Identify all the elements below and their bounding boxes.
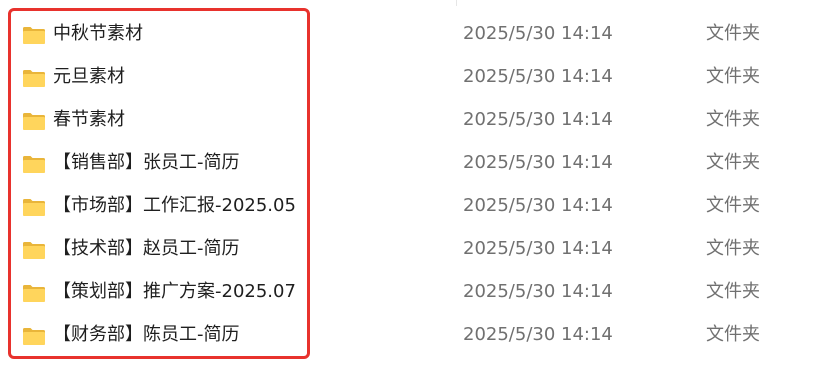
file-type: 文件夹 — [706, 66, 760, 87]
file-name[interactable]: 春节素材 — [53, 108, 125, 132]
file-name[interactable]: 【策划部】推广方案-2025.07 — [53, 280, 296, 304]
folder-icon — [23, 328, 45, 345]
file-modified-date: 2025/5/30 14:14 — [463, 195, 613, 216]
file-row[interactable]: 中秋节素材 2025/5/30 14:14 文件夹 — [0, 15, 831, 49]
file-modified-date: 2025/5/30 14:14 — [463, 238, 613, 259]
column-divider[interactable] — [456, 0, 457, 6]
file-name[interactable]: 【技术部】赵员工-简历 — [53, 237, 240, 261]
file-row[interactable]: 【销售部】张员工-简历 2025/5/30 14:14 文件夹 — [0, 144, 831, 178]
folder-icon — [23, 113, 45, 130]
file-name[interactable]: 元旦素材 — [53, 65, 125, 89]
file-row[interactable]: 【财务部】陈员工-简历 2025/5/30 14:14 文件夹 — [0, 316, 831, 350]
file-row[interactable]: 春节素材 2025/5/30 14:14 文件夹 — [0, 101, 831, 135]
file-modified-date: 2025/5/30 14:14 — [463, 23, 613, 44]
file-name[interactable]: 中秋节素材 — [53, 22, 143, 46]
file-name[interactable]: 【市场部】工作汇报-2025.05 — [53, 194, 296, 218]
file-modified-date: 2025/5/30 14:14 — [463, 66, 613, 87]
file-row[interactable]: 【技术部】赵员工-简历 2025/5/30 14:14 文件夹 — [0, 230, 831, 264]
file-type: 文件夹 — [706, 152, 760, 173]
file-modified-date: 2025/5/30 14:14 — [463, 152, 613, 173]
folder-icon — [23, 285, 45, 302]
file-name[interactable]: 【财务部】陈员工-简历 — [53, 323, 240, 347]
file-row[interactable]: 元旦素材 2025/5/30 14:14 文件夹 — [0, 58, 831, 92]
file-modified-date: 2025/5/30 14:14 — [463, 281, 613, 302]
file-type: 文件夹 — [706, 324, 760, 345]
file-row[interactable]: 【市场部】工作汇报-2025.05 2025/5/30 14:14 文件夹 — [0, 187, 831, 221]
file-type: 文件夹 — [706, 23, 760, 44]
file-name[interactable]: 【销售部】张员工-简历 — [53, 151, 240, 175]
folder-icon — [23, 156, 45, 173]
folder-icon — [23, 27, 45, 44]
file-type: 文件夹 — [706, 238, 760, 259]
file-modified-date: 2025/5/30 14:14 — [463, 324, 613, 345]
file-type: 文件夹 — [706, 281, 760, 302]
folder-icon — [23, 242, 45, 259]
file-type: 文件夹 — [706, 195, 760, 216]
file-modified-date: 2025/5/30 14:14 — [463, 109, 613, 130]
folder-icon — [23, 199, 45, 216]
folder-icon — [23, 70, 45, 87]
file-type: 文件夹 — [706, 109, 760, 130]
file-row[interactable]: 【策划部】推广方案-2025.07 2025/5/30 14:14 文件夹 — [0, 273, 831, 307]
